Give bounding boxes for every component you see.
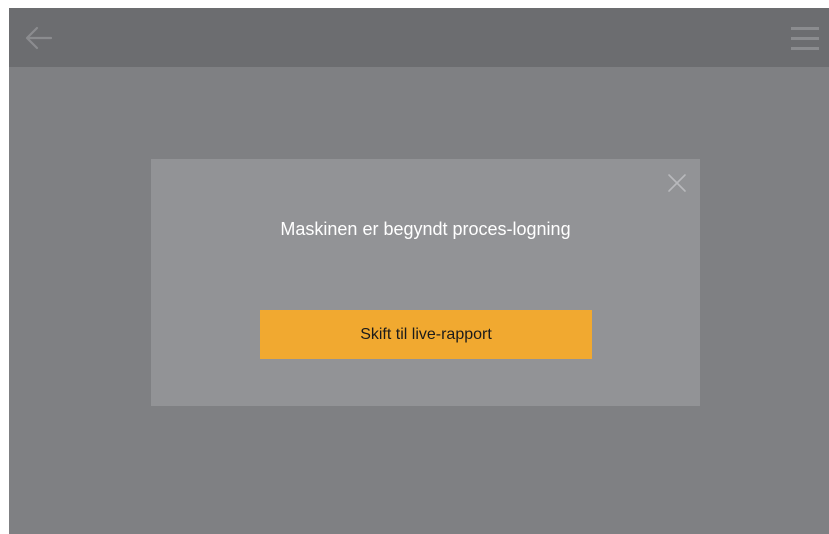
app-screen: Maskinen er begyndt proces-logning Skift… [9, 8, 829, 534]
switch-live-report-button[interactable]: Skift til live-rapport [260, 310, 592, 359]
close-button[interactable] [667, 173, 687, 193]
arrow-left-icon [25, 26, 53, 50]
hamburger-menu-icon [791, 27, 819, 50]
top-bar [9, 8, 829, 67]
back-button[interactable] [23, 24, 55, 52]
close-icon [668, 174, 686, 192]
menu-button[interactable] [790, 26, 820, 52]
notification-dialog: Maskinen er begyndt proces-logning Skift… [151, 159, 700, 406]
dialog-message: Maskinen er begyndt proces-logning [280, 219, 571, 239]
